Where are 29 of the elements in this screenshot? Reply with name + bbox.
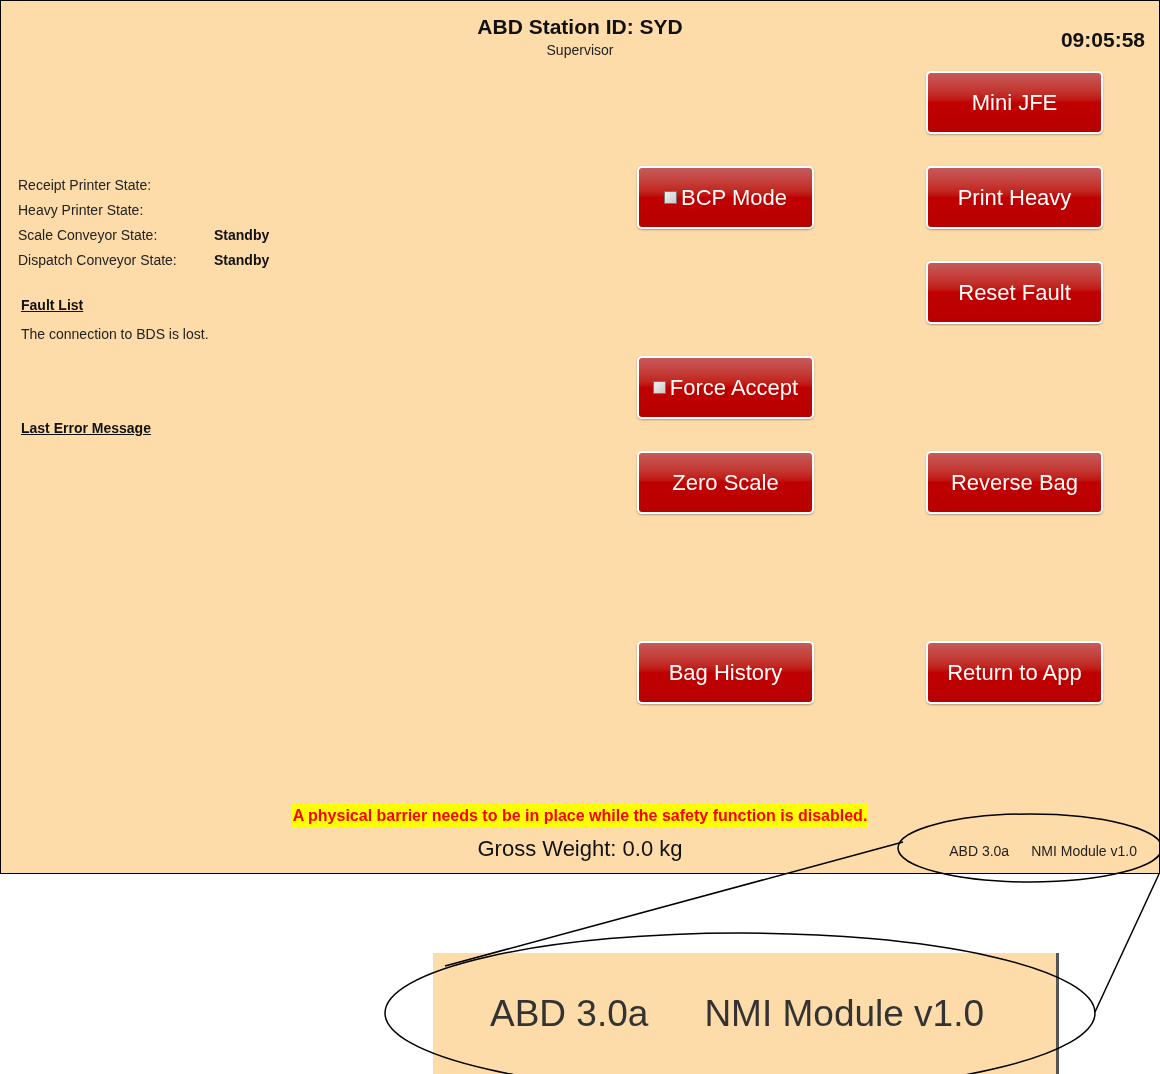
role-label: Supervisor [546,41,614,60]
checkbox[interactable] [652,381,666,394]
state-value: Standby [214,226,270,245]
action-button[interactable]: Print Heavy [926,166,1103,229]
version-label: NMI Module v1.0 [704,991,985,1036]
state-label: Receipt Printer State: [18,176,153,195]
checkbox[interactable] [664,191,677,204]
action-button[interactable]: Reverse Bag [926,451,1103,514]
clock: 09:05:58 [1060,27,1145,53]
state-value: Standby [214,251,270,270]
state-label: Dispatch Conveyor State: [18,251,178,270]
version-label: ABD 3.0a [490,991,649,1036]
gross-weight: Gross Weight: 0.0 kg [477,835,683,863]
action-button[interactable]: Zero Scale [637,451,814,514]
action-button[interactable]: Bag History [637,641,814,704]
version-label: NMI Module v1.0 [1031,842,1137,861]
fault-message: The connection to BDS is lost. [21,325,209,344]
toggle-button[interactable]: BCP Mode [637,166,814,229]
safety-warning: A physical barrier needs to be in place while the safety function is disabled. [291,804,869,828]
version-label: ABD 3.0a [949,842,1010,861]
state-label: Scale Conveyor State: [18,226,159,245]
station-title: ABD Station ID: SYD [477,14,683,40]
action-button[interactable]: Reset Fault [926,261,1103,324]
state-label: Heavy Printer State: [18,201,145,220]
toggle-button[interactable]: Force Accept [637,356,814,419]
action-button[interactable]: Mini JFE [926,71,1103,134]
last-error-heading: Last Error Message [21,419,151,438]
fault-list-heading: Fault List [21,296,84,315]
action-button[interactable]: Return to App [926,641,1103,704]
